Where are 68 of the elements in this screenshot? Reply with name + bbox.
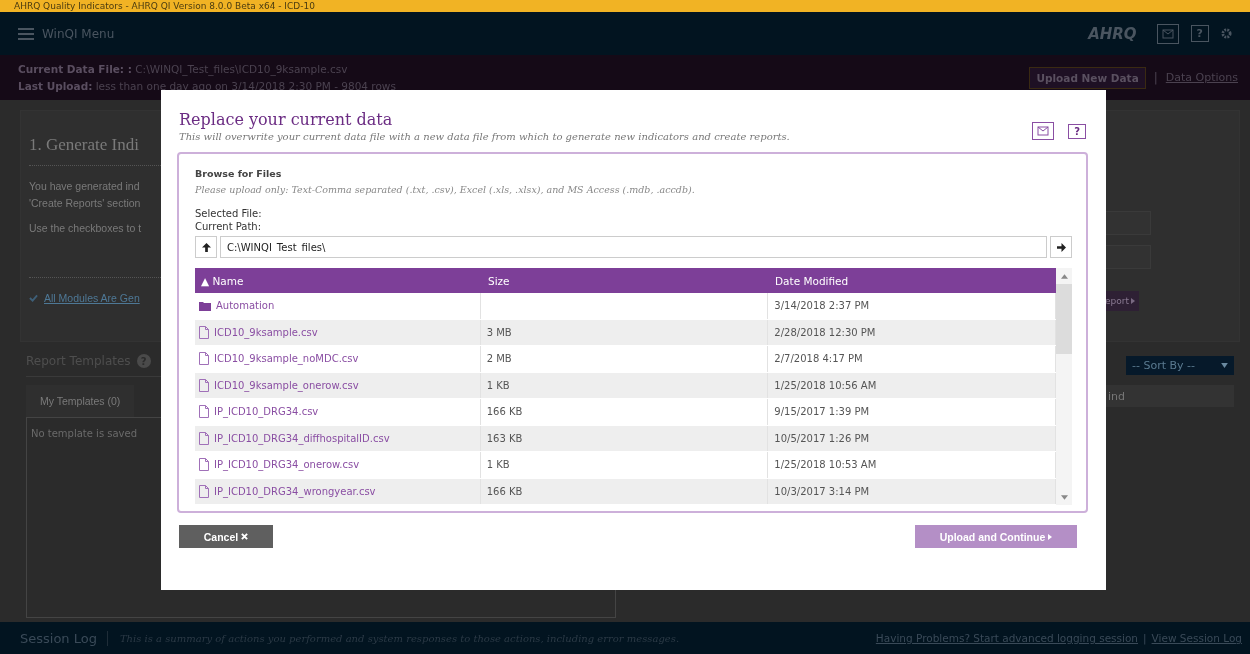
current-data-file: Current Data File: : C:\WINQI_Test_files\ICD10_9ksample.csv [18, 61, 349, 78]
file-name-cell[interactable]: IP_ICD10_DRG34_onerow.csv [195, 452, 481, 478]
file-name-cell[interactable]: Automation [195, 293, 481, 319]
section-heading: 1. Generate Indi [29, 135, 139, 155]
file-icon [199, 484, 209, 498]
file-icon [199, 378, 209, 392]
file-name-cell[interactable]: IP_ICD10_DRG34_diffhospitalID.csv [195, 425, 481, 451]
file-icon [199, 325, 209, 339]
tab[interactable]: My Templates (0) [26, 385, 135, 417]
size-cell: 166 KB [480, 478, 769, 504]
dialog-title: Replace your current data [179, 110, 394, 129]
session-log-title: Session Log [20, 630, 108, 646]
file-name-cell[interactable]: ICD10_9ksample_onerow.csv [195, 372, 481, 398]
column-header[interactable]: Date Modified [769, 274, 1056, 287]
go-button[interactable] [1050, 236, 1072, 258]
mail-icon[interactable] [1156, 23, 1179, 44]
file-type-note: Please upload only: Text-Comma separated (.txt, .csv), Excel (.xls, .xlsx), and MS Access (.mdb, .accdb). [195, 184, 696, 195]
scroll-down-icon[interactable] [1060, 494, 1068, 500]
current-path-label: Current Path: [195, 220, 263, 233]
instruction-text: 'Create Reports' section [29, 196, 141, 211]
browse-label: Browse for Files [195, 168, 283, 179]
column-header[interactable]: Size [482, 274, 769, 287]
settings-icon[interactable] [1221, 28, 1232, 39]
file-icon [199, 352, 209, 366]
caret-icon [1131, 298, 1135, 304]
file-name-cell[interactable]: ICD10_9ksample_noMDC.csv [195, 346, 481, 372]
column-header[interactable]: ▲ Name [195, 274, 482, 287]
selected-file-label: Selected File: [195, 207, 263, 220]
scroll-up-icon[interactable] [1060, 273, 1068, 279]
find-field[interactable]: ind [1104, 385, 1234, 407]
caret-icon [1048, 533, 1053, 540]
dialog-subtitle: This will overwrite your current data file with a new data file from which to generate new indicators and create reports. [179, 131, 790, 142]
size-cell: 1 KB [480, 452, 769, 478]
file-name-cell[interactable]: ICD10_9ksample.csv [195, 319, 481, 345]
check-icon [29, 294, 38, 302]
mail-icon[interactable] [1032, 122, 1055, 140]
file-icon [199, 458, 209, 472]
size-cell: 3 MB [480, 319, 769, 345]
folder-icon [199, 300, 211, 311]
modules-status-link[interactable]: All Modules Are Gen [44, 292, 140, 304]
cancel-button[interactable]: Cancel [179, 525, 273, 548]
menu-icon[interactable] [18, 27, 34, 40]
up-arrow-icon [201, 242, 211, 252]
file-name-cell[interactable]: IP_ICD10_DRG34.csv [195, 399, 481, 425]
instruction-text: You have generated ind [29, 179, 140, 194]
size-cell: 166 KB [480, 399, 769, 425]
help-button[interactable]: ? [1068, 123, 1086, 139]
up-arrow-button[interactable] [195, 236, 217, 258]
file-icon [199, 431, 209, 445]
separator: | [1153, 70, 1158, 85]
caret-icon [1221, 363, 1228, 368]
right-arrow-icon [1056, 242, 1066, 252]
size-cell: 163 KB [480, 425, 769, 451]
logo: AHRQ [1088, 24, 1137, 43]
upload-continue-button[interactable]: Upload and Continue [915, 525, 1077, 548]
instruction-text: Use the checkboxes to t [29, 221, 142, 236]
scroll-thumb[interactable] [1056, 284, 1072, 354]
size-cell: 1 KB [480, 372, 769, 398]
empty-message: No template is saved [31, 428, 138, 439]
window-title: AHRQ Quality Indicators - AHRQ QI Version 8.0.0 Beta x64 - ICD-10 [14, 0, 315, 12]
file-icon [199, 405, 209, 419]
close-icon [241, 533, 249, 540]
path-field[interactable]: C:\WINQI_Test_files\ [220, 236, 1047, 258]
size-cell: 2 MB [480, 346, 769, 372]
separator: | [1143, 632, 1147, 644]
sort-dropdown[interactable]: -- Sort By -- [1126, 356, 1234, 375]
file-name-cell[interactable]: IP_ICD10_DRG34_wrongyear.csv [195, 478, 481, 504]
scrollbar[interactable] [1056, 268, 1072, 505]
